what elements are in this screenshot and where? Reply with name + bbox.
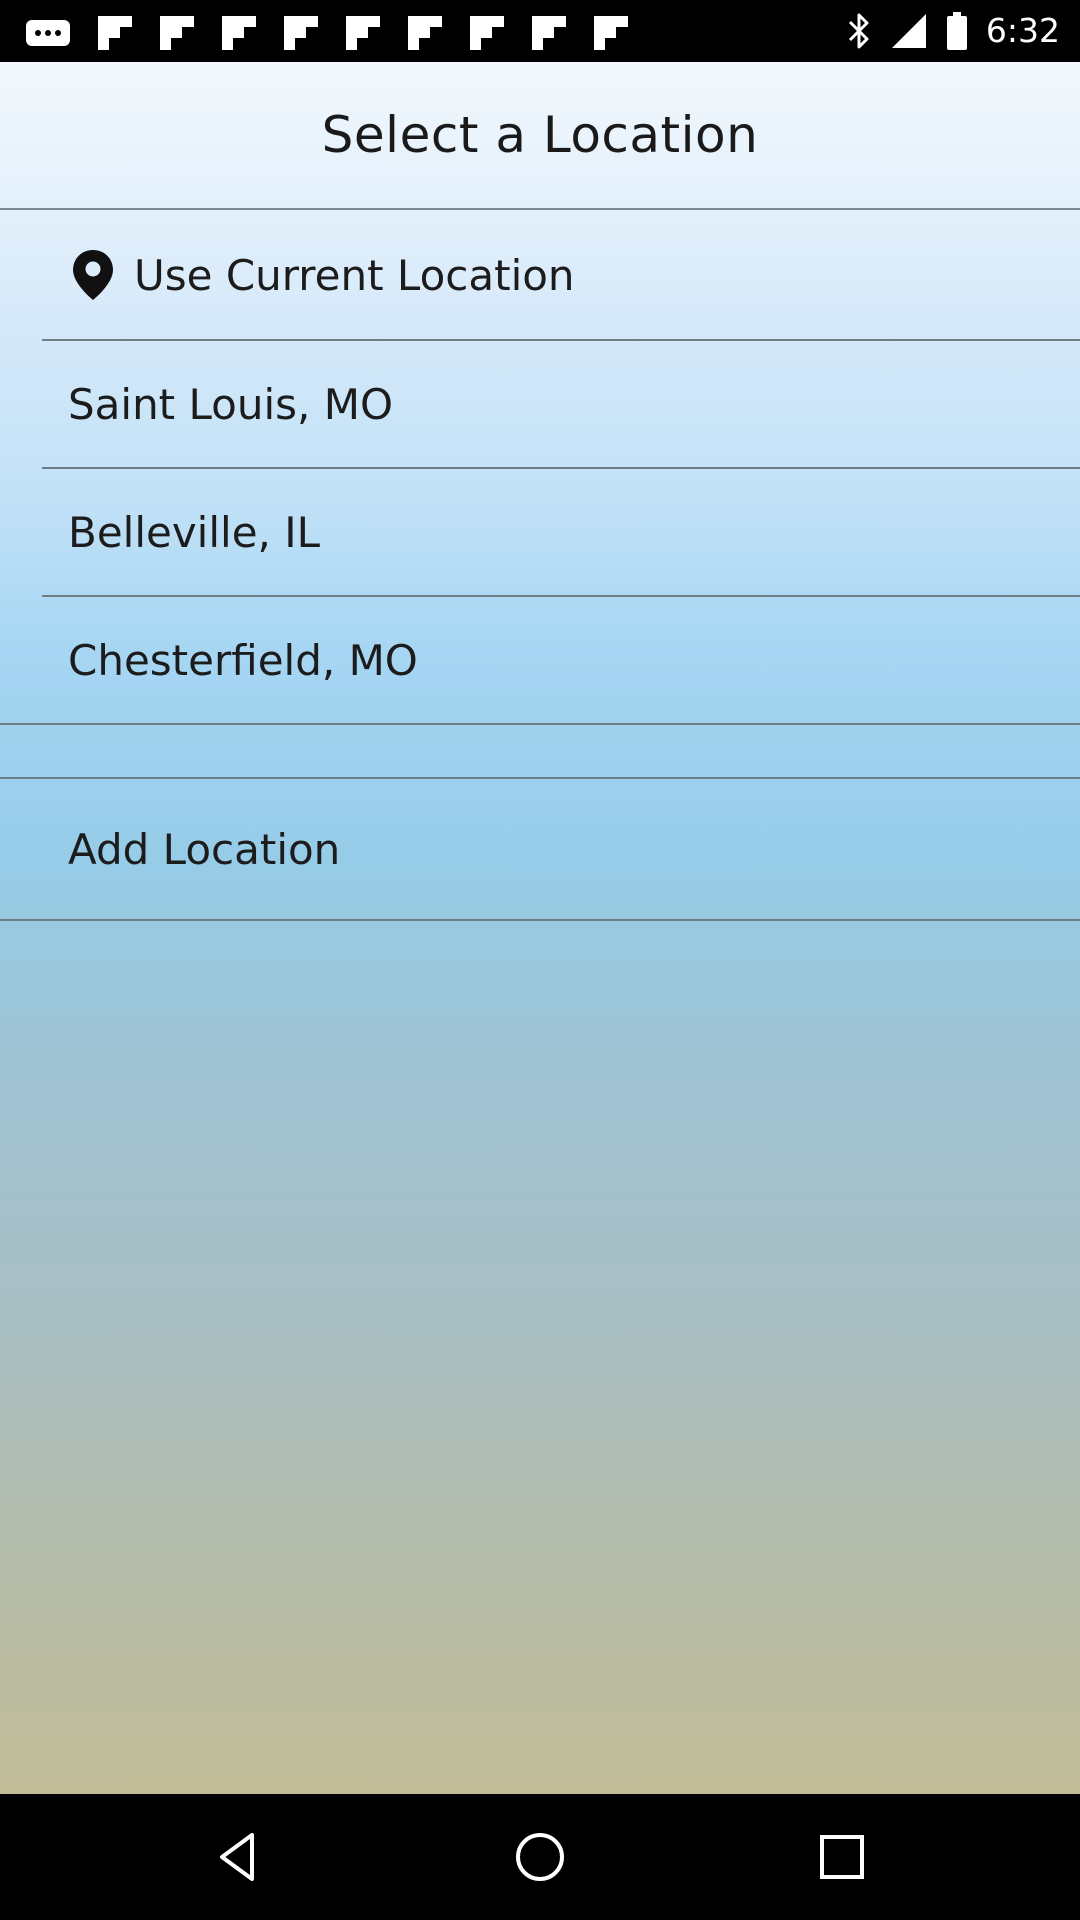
flipboard-icon	[408, 16, 442, 50]
flipboard-icon	[160, 16, 194, 50]
location-pin-icon	[73, 250, 113, 300]
flipboard-icon	[222, 16, 256, 50]
flipboard-icon	[98, 16, 132, 50]
signal-icon	[891, 14, 926, 48]
location-item-belleville[interactable]: Belleville, IL	[0, 469, 1080, 595]
header: Select a Location	[0, 62, 1080, 210]
location-item-label: Belleville, IL	[68, 507, 321, 557]
home-button[interactable]	[440, 1794, 640, 1920]
flipboard-icon	[346, 16, 380, 50]
navigation-bar	[0, 1794, 1080, 1920]
page-title: Select a Location	[321, 106, 759, 164]
system-status: 6:32	[846, 8, 1060, 54]
flipboard-icon	[470, 16, 504, 50]
location-item-saint-louis[interactable]: Saint Louis, MO	[0, 341, 1080, 467]
bluetooth-icon	[848, 13, 869, 49]
location-item-chesterfield[interactable]: Chesterfield, MO	[0, 597, 1080, 723]
divider	[0, 723, 1080, 725]
recents-button[interactable]	[742, 1794, 942, 1920]
back-button[interactable]	[138, 1794, 338, 1920]
use-current-location-label: Use Current Location	[134, 250, 575, 300]
notification-icons	[24, 14, 630, 52]
add-location-button[interactable]: Add Location	[0, 779, 1080, 919]
message-icon	[26, 20, 70, 46]
use-current-location-button[interactable]: Use Current Location	[0, 212, 1080, 338]
flipboard-icon	[532, 16, 566, 50]
status-time: 6:32	[985, 11, 1060, 50]
location-item-label: Chesterfield, MO	[68, 635, 418, 685]
flipboard-icon	[284, 16, 318, 50]
divider	[0, 919, 1080, 921]
status-bar: 6:32	[0, 0, 1080, 62]
flipboard-icon	[594, 16, 628, 50]
location-item-label: Saint Louis, MO	[68, 379, 394, 429]
home-icon	[516, 1833, 564, 1881]
back-icon	[220, 1833, 254, 1881]
add-location-label: Add Location	[68, 824, 341, 874]
recents-icon	[820, 1835, 864, 1879]
location-screen: Select a Location Use Current Location S…	[0, 62, 1080, 1794]
battery-icon	[946, 12, 967, 50]
